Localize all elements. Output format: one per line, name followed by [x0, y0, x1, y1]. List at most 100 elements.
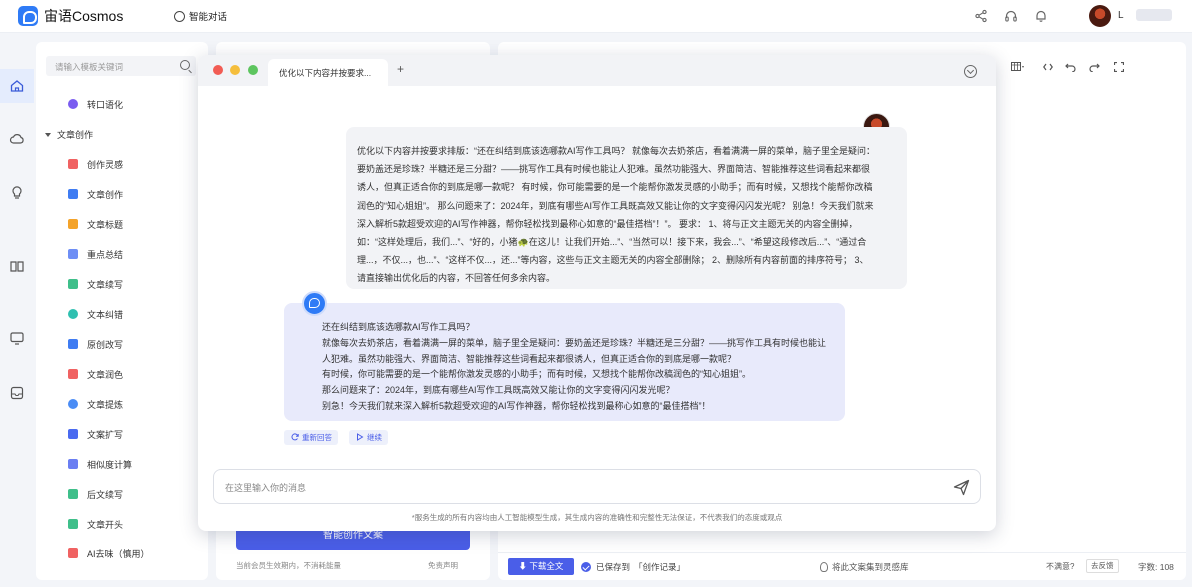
- chat-tab-bar: 优化以下内容并按要求... +: [198, 55, 996, 86]
- caret-down-icon: [45, 132, 51, 137]
- sidebar-item[interactable]: 文章标题: [68, 217, 123, 231]
- headset-icon[interactable]: [1004, 9, 1018, 23]
- user-initial: L: [1118, 10, 1124, 21]
- collect-label: 将此文案集到灵感库: [832, 562, 909, 572]
- collapse-chat-icon[interactable]: [964, 65, 977, 78]
- sidebar-item[interactable]: 文章开头: [68, 517, 123, 531]
- template-icon: [68, 339, 78, 349]
- user-avatar[interactable]: [1089, 5, 1111, 27]
- table-icon[interactable]: [1011, 62, 1025, 75]
- send-icon[interactable]: [953, 479, 970, 496]
- sidebar-item[interactable]: 相似度计算: [68, 457, 132, 471]
- sidebar-item-colloquial[interactable]: 转口语化: [68, 97, 123, 111]
- add-tab-button[interactable]: +: [397, 62, 404, 76]
- sidebar-item[interactable]: 创作灵感: [68, 157, 123, 171]
- editor-bottom-bar: ⬇ 下载全文 已保存到 「创作记录」 将此文案集到灵感库 不满意? 去反馈 字数…: [498, 552, 1186, 580]
- chat-tab[interactable]: 优化以下内容并按要求...: [268, 59, 388, 86]
- lightbulb-icon[interactable]: [9, 184, 25, 200]
- chat-input-placeholder: 在这里输入你的消息: [225, 483, 307, 493]
- minimize-window-button[interactable]: [230, 65, 240, 75]
- app-logo[interactable]: 宙语Cosmos: [18, 6, 123, 26]
- chat-window: 优化以下内容并按要求... + 优化以下内容并按要求排版：“还在纠结到底该选哪款…: [198, 55, 996, 531]
- sidebar-item-label: 相似度计算: [87, 459, 133, 470]
- share-icon[interactable]: [974, 9, 988, 23]
- template-icon: [68, 279, 78, 289]
- sidebar-item[interactable]: 文本纠错: [68, 307, 123, 321]
- cloud-icon[interactable]: [9, 131, 25, 147]
- star-icon: [68, 99, 78, 109]
- disclaimer-link[interactable]: 免责声明: [428, 560, 458, 571]
- regenerate-button[interactable]: 重新回答: [284, 430, 338, 445]
- template-icon: [68, 189, 78, 199]
- fullscreen-icon[interactable]: [1113, 61, 1125, 75]
- monitor-icon[interactable]: [9, 330, 25, 346]
- sidebar-item-label: 文章开头: [87, 519, 124, 530]
- template-icon: [68, 219, 78, 229]
- sidebar-item[interactable]: 后文续写: [68, 487, 123, 501]
- code-icon[interactable]: [1043, 62, 1053, 75]
- nav-smart-chat[interactable]: 智能对话: [174, 9, 227, 23]
- continue-button[interactable]: 继续: [349, 430, 388, 445]
- sidebar-item-label: 转口语化: [87, 99, 124, 110]
- sidebar-item[interactable]: 文章续写: [68, 277, 123, 291]
- template-icon: [68, 159, 78, 169]
- template-icon: [68, 489, 78, 499]
- download-icon: ⬇: [518, 561, 530, 571]
- saved-prefix: 已保存到: [596, 562, 631, 572]
- maximize-window-button[interactable]: [248, 65, 258, 75]
- refresh-icon: [291, 433, 299, 441]
- check-icon: [581, 562, 591, 572]
- sidebar-item[interactable]: 原创改写: [68, 337, 123, 351]
- bell-icon[interactable]: [1034, 9, 1048, 23]
- app-name: 宙语Cosmos: [44, 8, 124, 24]
- saved-target-link[interactable]: 「创作记录」: [634, 561, 685, 573]
- sidebar-group-article[interactable]: 文章创作: [45, 128, 93, 141]
- sidebar-item[interactable]: 文章提炼: [68, 397, 123, 411]
- search-icon[interactable]: [180, 60, 190, 70]
- continue-label: 继续: [367, 433, 382, 442]
- ai-message: 还在纠结到底该选哪款AI写作工具吗？ 就像每次去奶茶店，看着满满一屏的菜单，脑子…: [284, 303, 845, 421]
- ai-message-line: 那么问题来了：2024年，到底有哪些AI写作工具既高效又能让你的文字变得闪闪发光…: [322, 385, 675, 396]
- sidebar-item-label: 文案扩写: [87, 429, 124, 440]
- collect-to-inspiration-button[interactable]: 将此文案集到灵感库: [820, 561, 909, 573]
- sidebar-item[interactable]: 文章创作: [68, 187, 123, 201]
- sidebar-item-label: 文章润色: [87, 369, 124, 380]
- word-count: 字数: 108: [1138, 562, 1174, 572]
- book-icon[interactable]: [9, 258, 25, 274]
- feedback-button[interactable]: 去反馈: [1086, 559, 1119, 573]
- home-icon[interactable]: [9, 78, 25, 94]
- chat-tab-title: 优化以下内容并按要求...: [279, 68, 372, 78]
- chat-message-input[interactable]: 在这里输入你的消息: [213, 469, 981, 504]
- close-window-button[interactable]: [213, 65, 223, 75]
- undo-icon[interactable]: [1065, 62, 1076, 75]
- download-label: 下载全文: [529, 561, 564, 571]
- sidebar-item[interactable]: 文案扩写: [68, 427, 123, 441]
- redo-icon[interactable]: [1089, 62, 1100, 75]
- nav-smart-chat-label: 智能对话: [189, 12, 228, 23]
- logo-icon: [18, 6, 38, 26]
- sidebar-item-label: 原创改写: [87, 339, 124, 350]
- sidebar-item-label: AI去味（慎用）: [87, 548, 150, 559]
- play-icon: [357, 433, 364, 441]
- sidebar-item[interactable]: AI去味（慎用）: [68, 546, 150, 560]
- sidebar-item-label: 创作灵感: [87, 159, 124, 170]
- template-icon: [68, 249, 78, 259]
- ai-disclaimer: *服务生成的所有内容均由人工智能模型生成，其生成内容的准确性和完整性无法保证，不…: [411, 513, 783, 522]
- inbox-icon[interactable]: [9, 385, 25, 401]
- ai-message-line: 别急！今天我们就来深入解析5款超受欢迎的AI写作神器，帮你轻松找到最称心如意的“…: [322, 400, 711, 411]
- icon-rail: [0, 33, 34, 587]
- regenerate-label: 重新回答: [302, 433, 332, 442]
- user-message: 优化以下内容并按要求排版：“还在纠结到底该选哪款AI写作工具吗？ 就像每次去奶茶…: [346, 127, 907, 289]
- template-icon: [68, 548, 78, 558]
- sidebar-item-label: 重点总结: [87, 249, 124, 260]
- template-search-input[interactable]: 请输入模板关键词: [46, 56, 196, 76]
- member-note: 当前会员生效期内，不消耗能量: [236, 561, 341, 570]
- ai-message-line: 就像每次去奶茶店，看着满满一屏的菜单，脑子里全是疑问：要奶盖还是珍珠？半糖还是三…: [322, 337, 827, 364]
- sidebar-item[interactable]: 重点总结: [68, 247, 123, 261]
- ai-message-line: 还在纠结到底该选哪款AI写作工具吗？: [322, 322, 475, 332]
- template-icon: [68, 519, 78, 529]
- template-icon: [68, 459, 78, 469]
- sidebar-item[interactable]: 文章润色: [68, 367, 123, 381]
- download-button[interactable]: ⬇ 下载全文: [508, 558, 574, 575]
- saved-status: 已保存到 「创作记录」: [581, 561, 685, 573]
